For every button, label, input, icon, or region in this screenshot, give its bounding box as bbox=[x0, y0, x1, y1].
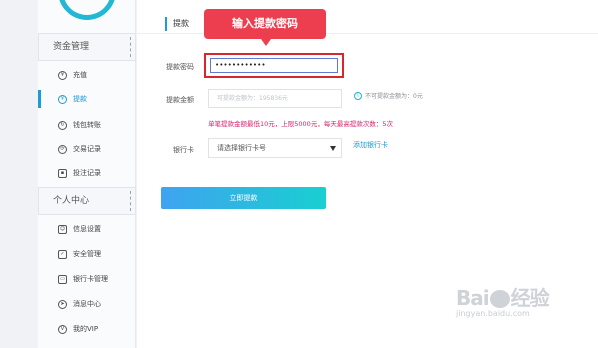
watermark-brand-right: 经验 bbox=[510, 286, 550, 310]
divider bbox=[130, 37, 131, 57]
add-bank-card-link[interactable]: 添加银行卡 bbox=[353, 140, 388, 150]
deposit-icon: ¥ bbox=[58, 70, 67, 80]
paw-icon bbox=[489, 290, 510, 308]
page: { "sidebar": { "sections": [ { "header":… bbox=[0, 0, 598, 348]
withdraw-limit-warning: 单笔提款金额最低10元，上限5000元，每天最高提款次数：5次 bbox=[208, 120, 393, 128]
sidebar-item-deposit[interactable]: ¥ 充值 bbox=[38, 63, 136, 87]
sidebar-item-vip[interactable]: V 我的VIP bbox=[38, 317, 136, 341]
watermark: Bai 经验 jingyan.baidu.com bbox=[456, 282, 550, 318]
sidebar: 资金管理 ¥ 充值 ¥ 提款 ↻ 钱包转账 ⟳ 交易记录 ▪ 投注记录 个人中心 bbox=[38, 0, 136, 348]
watermark-brand-left: Bai bbox=[456, 286, 490, 310]
divider bbox=[130, 191, 131, 211]
watermark-brand: Bai 经验 bbox=[456, 282, 550, 311]
sidebar-item-label: 钱包转账 bbox=[73, 121, 101, 129]
sidebar-item-label: 消息中心 bbox=[73, 300, 101, 308]
sidebar-item-label: 银行卡管理 bbox=[73, 275, 108, 283]
sidebar-item-label: 交易记录 bbox=[73, 145, 101, 153]
sidebar-item-wallet-transfer[interactable]: ↻ 钱包转账 bbox=[38, 113, 136, 137]
message-icon: ➤ bbox=[58, 299, 67, 309]
sidebar-item-bank-cards[interactable]: ▭ 银行卡管理 bbox=[38, 267, 136, 291]
sidebar-item-info-settings[interactable]: ☺ 信息设置 bbox=[38, 217, 136, 241]
section-header-profile[interactable]: 个人中心 bbox=[38, 187, 136, 215]
tab-withdraw[interactable]: 提款 bbox=[165, 17, 189, 31]
shield-icon: ✓ bbox=[58, 249, 67, 259]
sidebar-item-label: 安全管理 bbox=[73, 250, 101, 258]
sidebar-item-label: 提款 bbox=[73, 95, 87, 103]
wallet-icon: ↻ bbox=[58, 120, 67, 130]
amount-label: 提款金额 bbox=[166, 96, 194, 104]
sidebar-item-bet-records[interactable]: ▪ 投注记录 bbox=[38, 161, 136, 185]
withdraw-icon: ¥ bbox=[58, 94, 67, 104]
section-header-funds[interactable]: 资金管理 bbox=[38, 33, 136, 61]
bet-record-icon: ▪ bbox=[58, 168, 67, 178]
vip-icon: V bbox=[58, 324, 67, 334]
sidebar-item-label: 充值 bbox=[73, 71, 87, 79]
sidebar-item-transactions[interactable]: ⟳ 交易记录 bbox=[38, 137, 136, 161]
transaction-icon: ⟳ bbox=[58, 144, 67, 154]
sidebar-item-label: 信息设置 bbox=[73, 225, 101, 233]
non-withdrawable-hint: i 不可提款金额为：0元 bbox=[354, 91, 423, 100]
sidebar-item-security[interactable]: ✓ 安全管理 bbox=[38, 242, 136, 266]
bank-card-icon: ▭ bbox=[58, 274, 67, 284]
amount-input[interactable]: 可提款金额为：195836元 bbox=[208, 89, 342, 108]
password-field-highlight: •••••••••••• bbox=[204, 53, 344, 78]
info-icon: ☺ bbox=[58, 224, 67, 234]
sidebar-item-label: 投注记录 bbox=[73, 169, 101, 177]
hint-text: 不可提款金额为：0元 bbox=[365, 93, 423, 100]
password-label: 提款密码 bbox=[166, 63, 194, 71]
sidebar-item-label: 我的VIP bbox=[73, 325, 99, 333]
withdraw-submit-button[interactable]: 立即提款 bbox=[161, 187, 326, 209]
logo bbox=[45, 0, 129, 33]
info-circle-icon: i bbox=[354, 91, 362, 100]
sidebar-item-withdraw[interactable]: ¥ 提款 bbox=[38, 87, 136, 111]
password-tooltip: 输入提款密码 bbox=[204, 9, 326, 46]
section-header-label: 资金管理 bbox=[53, 42, 90, 52]
password-input[interactable]: •••••••••••• bbox=[210, 58, 338, 73]
chevron-down-icon bbox=[330, 146, 336, 151]
bank-card-select[interactable]: 请选择银行卡号 bbox=[208, 138, 342, 158]
sidebar-item-messages[interactable]: ➤ 消息中心 bbox=[38, 292, 136, 316]
section-header-label: 个人中心 bbox=[53, 196, 90, 206]
bank-card-label: 银行卡 bbox=[173, 146, 194, 154]
bank-card-select-value: 请选择银行卡号 bbox=[217, 144, 266, 152]
